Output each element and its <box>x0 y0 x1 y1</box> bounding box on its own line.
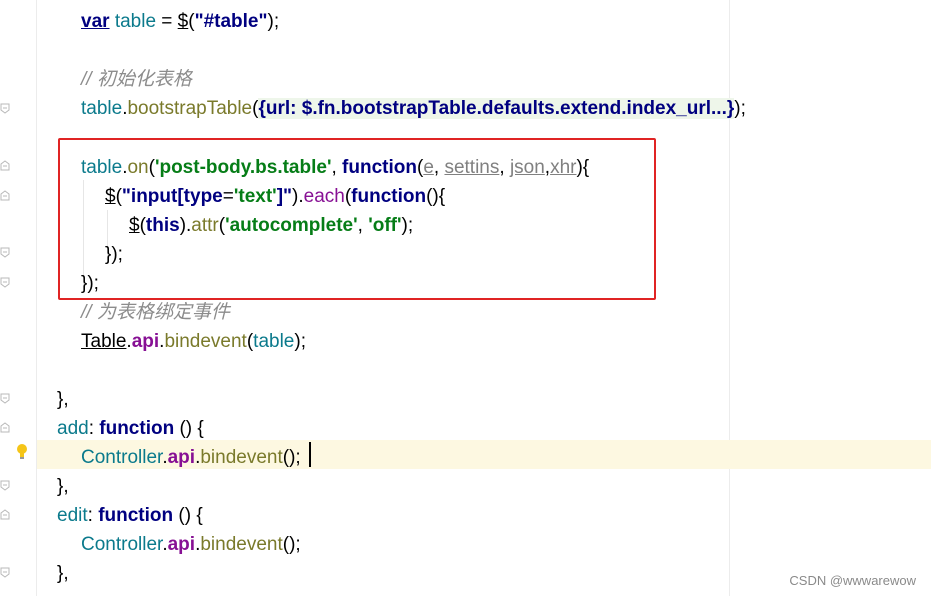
punctuation: () { <box>173 505 203 526</box>
fold-open-icon[interactable] <box>0 190 10 201</box>
fold-close-icon[interactable] <box>0 480 10 491</box>
gutter-separator <box>36 0 37 596</box>
code-line[interactable]: }, <box>57 472 69 501</box>
punctuation: ); <box>267 11 280 32</box>
comment: // 初始化表格 <box>81 69 192 90</box>
code-line[interactable]: edit: function () { <box>57 501 203 530</box>
identifier: Controller <box>81 534 163 555</box>
identifier: table <box>81 98 123 119</box>
colon: : <box>88 418 100 439</box>
property-key: add <box>57 418 89 439</box>
fold-collapsed-icon[interactable] <box>0 103 10 114</box>
watermark: CSDN @wwwarewow <box>789 573 916 588</box>
method: bindevent <box>200 534 283 555</box>
editor-gutter <box>0 0 40 596</box>
punctuation: (); <box>282 534 301 555</box>
code-line[interactable]: // 为表格绑定事件 <box>81 298 230 327</box>
keyword: function <box>99 418 175 439</box>
code-line[interactable]: Table.api.bindevent(table); <box>81 327 306 356</box>
folded-region[interactable]: {url: $.fn.bootstrapTable.defaults.exten… <box>258 98 735 119</box>
property: api <box>131 331 160 352</box>
code-line[interactable]: table.bootstrapTable({url: $.fn.bootstra… <box>81 94 746 123</box>
identifier: table <box>253 331 295 352</box>
lightbulb-icon[interactable] <box>15 442 29 462</box>
identifier: Controller <box>81 447 163 468</box>
property: api <box>167 447 196 468</box>
comment: // 为表格绑定事件 <box>81 302 230 323</box>
identifier: Table <box>81 331 127 352</box>
identifier: table <box>114 11 157 32</box>
text-cursor <box>309 442 311 467</box>
code-line[interactable]: }, <box>57 385 69 414</box>
punctuation: () { <box>174 418 204 439</box>
operator: = <box>156 11 178 32</box>
punctuation: ); <box>294 331 306 352</box>
fold-close-icon[interactable] <box>0 247 10 258</box>
property: api <box>167 534 196 555</box>
punctuation: ); <box>734 98 746 119</box>
method: bindevent <box>164 331 247 352</box>
fold-close-icon[interactable] <box>0 567 10 578</box>
code-line[interactable]: add: function () { <box>57 414 204 443</box>
fold-open-icon[interactable] <box>0 509 10 520</box>
punctuation: }, <box>57 563 69 584</box>
code-line[interactable]: Controller.api.bindevent(); <box>81 443 301 472</box>
method: bindevent <box>200 447 283 468</box>
punctuation: }, <box>57 476 69 497</box>
string: "#table" <box>194 11 268 32</box>
code-line[interactable]: }, <box>57 559 69 588</box>
property-key: edit <box>57 505 88 526</box>
fold-close-icon[interactable] <box>0 277 10 288</box>
fold-close-icon[interactable] <box>0 393 10 404</box>
punctuation: }, <box>57 389 69 410</box>
colon: : <box>87 505 99 526</box>
method: bootstrapTable <box>127 98 253 119</box>
code-line[interactable]: // 初始化表格 <box>81 65 192 94</box>
code-line[interactable]: var table = $("#table"); <box>81 7 279 36</box>
keyword: var <box>81 11 110 32</box>
right-margin-guide <box>729 0 730 596</box>
fold-open-icon[interactable] <box>0 160 10 171</box>
code-line[interactable]: Controller.api.bindevent(); <box>81 530 301 559</box>
highlight-annotation-box <box>58 138 656 300</box>
keyword: function <box>98 505 174 526</box>
punctuation: (); <box>282 447 301 468</box>
jquery-symbol: $ <box>177 11 189 32</box>
fold-open-icon[interactable] <box>0 422 10 433</box>
